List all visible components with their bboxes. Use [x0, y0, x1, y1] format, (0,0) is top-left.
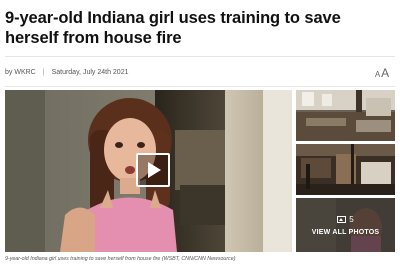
image-icon	[337, 215, 347, 223]
view-all-overlay: 5 VIEW ALL PHOTOS	[296, 198, 395, 252]
meta-separator: |	[42, 68, 45, 76]
divider	[5, 86, 395, 87]
font-size-large-icon: A	[381, 66, 390, 80]
media-caption: 9-year-old Indiana girl uses training to…	[5, 256, 236, 262]
main-video[interactable]	[5, 90, 292, 252]
view-all-photos-tile[interactable]: 5 VIEW ALL PHOTOS	[296, 198, 395, 252]
article-headline: 9-year-old Indiana girl uses training to…	[5, 9, 341, 47]
gallery-thumbnail-1[interactable]	[296, 90, 395, 141]
font-size-button[interactable]: A A	[373, 63, 391, 79]
view-all-photos-link[interactable]: VIEW ALL PHOTOS	[312, 229, 379, 236]
play-button[interactable]	[136, 153, 170, 187]
byline[interactable]: by WKRC	[5, 69, 36, 76]
font-size-small-icon: A	[374, 70, 381, 79]
gallery-thumbnail-2[interactable]	[296, 144, 395, 195]
publish-date: Saturday, July 24th 2021	[51, 68, 129, 76]
photo-count: 5	[337, 214, 354, 224]
thumbnail-image	[296, 144, 395, 195]
photo-count-value: 5	[349, 214, 354, 224]
play-icon	[148, 162, 161, 178]
thumbnail-image	[296, 90, 395, 141]
divider	[5, 56, 395, 57]
article-meta: by WKRC | Saturday, July 24th 2021	[5, 66, 128, 78]
